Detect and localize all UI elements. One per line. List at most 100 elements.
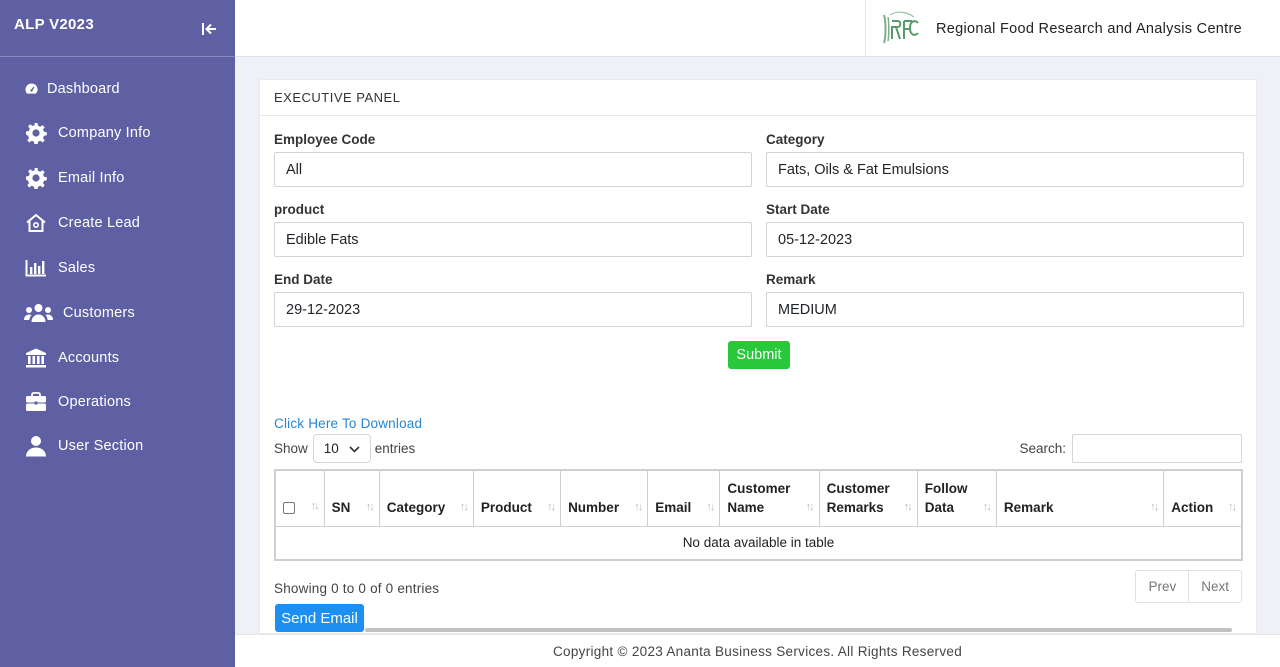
column-header[interactable]: Category ↑↓ — [378, 469, 474, 527]
footer: Copyright © 2023 Ananta Business Service… — [235, 634, 1280, 667]
sort-icon: ↑↓ — [1150, 501, 1159, 513]
product-input[interactable] — [274, 222, 752, 257]
bank-icon — [24, 346, 48, 370]
remark-field: Remark — [766, 271, 1244, 327]
sidebar-item-sales[interactable]: Sales — [0, 245, 235, 290]
sidebar: ALP V2023 Dashboard Company Info Email I… — [0, 0, 235, 667]
page-length-value: 10 — [323, 441, 339, 456]
sidebar-item-label: Company Info — [58, 125, 151, 141]
leads-table: ↑↓ SN ↑↓ Category ↑↓ Product ↑↓ Number ↑… — [274, 469, 1243, 561]
organization-block: Regional Food Research and Analysis Cent… — [865, 0, 1280, 57]
chevron-down-icon — [349, 441, 360, 456]
sidebar-item-create-lead[interactable]: Create Lead — [0, 200, 235, 245]
table-header-row: ↑↓ SN ↑↓ Category ↑↓ Product ↑↓ Number ↑… — [274, 469, 1243, 527]
collapse-sidebar-icon[interactable] — [201, 20, 219, 38]
send-email-button[interactable]: Send Email — [275, 604, 364, 632]
empty-table-message: No data available in table — [275, 525, 1242, 560]
page-length-select[interactable]: 10 — [312, 434, 371, 463]
executive-panel-card: EXECUTIVE PANEL Employee Code Category p… — [259, 79, 1257, 634]
column-header[interactable]: Remark ↑↓ — [995, 469, 1165, 527]
organization-name: Regional Food Research and Analysis Cent… — [936, 20, 1242, 37]
download-link[interactable]: Click Here To Download — [274, 416, 422, 431]
table-row: No data available in table — [275, 525, 1242, 560]
column-header[interactable]: Customer Remarks ↑↓ — [818, 469, 918, 527]
users-icon — [24, 301, 53, 325]
employee-code-label: Employee Code — [274, 132, 376, 147]
sort-icon: ↑↓ — [634, 501, 643, 513]
sidebar-item-label: Email Info — [58, 169, 125, 186]
sidebar-item-label: Create Lead — [58, 214, 141, 231]
category-label: Category — [766, 132, 825, 147]
sidebar-item-operations[interactable]: Operations — [0, 380, 235, 424]
employee-code-field: Employee Code — [274, 131, 752, 187]
home-icon — [24, 211, 48, 235]
sort-icon: ↑↓ — [1228, 501, 1237, 513]
briefcase-icon — [24, 390, 48, 414]
horizontal-scrollbar[interactable] — [365, 628, 1232, 632]
next-page-button[interactable]: Next — [1188, 571, 1241, 602]
sidebar-item-label: Operations — [58, 394, 131, 410]
sidebar-item-label: Accounts — [58, 349, 120, 366]
gear-icon — [24, 166, 48, 190]
sidebar-item-company-info[interactable]: Company Info — [0, 111, 235, 155]
table-search: Search: — [1019, 434, 1242, 463]
column-header[interactable]: Action ↑↓ — [1163, 469, 1243, 527]
page-length-control: Show 10 entries — [274, 434, 415, 463]
user-icon — [24, 434, 48, 458]
start-date-input[interactable] — [766, 222, 1244, 257]
category-field: Category — [766, 131, 1244, 187]
column-header[interactable]: Email ↑↓ — [647, 469, 721, 527]
table-info: Showing 0 to 0 of 0 entries — [274, 581, 440, 596]
sidebar-item-user-section[interactable]: User Section — [0, 424, 235, 468]
select-all-checkbox[interactable] — [283, 501, 295, 514]
remark-input[interactable] — [766, 292, 1244, 327]
pagination: Prev Next — [1135, 570, 1242, 603]
sidebar-item-customers[interactable]: Customers — [0, 290, 235, 335]
organization-logo-icon — [880, 11, 920, 47]
sort-icon: ↑↓ — [310, 500, 320, 512]
show-label: Show — [274, 441, 308, 456]
sidebar-item-label: Dashboard — [47, 81, 120, 97]
sidebar-nav: Dashboard Company Info Email Info Create… — [0, 57, 235, 468]
column-header[interactable]: Number ↑↓ — [560, 469, 649, 527]
panel-title: EXECUTIVE PANEL — [260, 80, 1256, 116]
sort-icon: ↑↓ — [805, 501, 815, 513]
sidebar-item-label: Sales — [58, 259, 96, 276]
bar-chart-icon — [24, 256, 48, 280]
top-bar: Regional Food Research and Analysis Cent… — [235, 0, 1280, 57]
copyright-text: Copyright © 2023 Ananta Business Service… — [553, 644, 962, 659]
remark-label: Remark — [766, 272, 816, 287]
submit-button[interactable]: Submit — [728, 341, 790, 369]
column-header[interactable]: Product ↑↓ — [472, 469, 562, 527]
sidebar-brand: ALP V2023 — [0, 0, 235, 57]
column-header[interactable]: Follow Data ↑↓ — [916, 469, 997, 527]
entries-label: entries — [374, 441, 416, 456]
start-date-field: Start Date — [766, 201, 1244, 257]
end-date-input[interactable] — [274, 292, 752, 327]
sort-icon: ↑↓ — [982, 501, 992, 513]
product-label: product — [274, 202, 325, 217]
gear-icon — [24, 121, 48, 145]
sidebar-item-label: Customers — [63, 304, 135, 321]
end-date-label: End Date — [274, 272, 333, 287]
column-header[interactable]: SN ↑↓ — [323, 469, 380, 527]
sort-icon: ↑↓ — [547, 501, 556, 513]
search-label: Search: — [1019, 441, 1066, 456]
sidebar-item-accounts[interactable]: Accounts — [0, 335, 235, 380]
search-input[interactable] — [1072, 434, 1242, 463]
product-field: product — [274, 201, 752, 257]
sort-icon: ↑↓ — [365, 501, 375, 513]
sort-icon: ↑↓ — [903, 501, 913, 513]
start-date-label: Start Date — [766, 202, 830, 217]
sidebar-item-email-info[interactable]: Email Info — [0, 155, 235, 200]
sidebar-item-dashboard[interactable]: Dashboard — [0, 67, 235, 111]
dashboard-icon — [24, 77, 38, 101]
employee-code-input[interactable] — [274, 152, 752, 187]
select-all-column: ↑↓ — [274, 469, 325, 527]
sort-icon: ↑↓ — [459, 501, 469, 513]
column-header[interactable]: Customer Name ↑↓ — [719, 469, 820, 527]
end-date-field: End Date — [274, 271, 752, 327]
sidebar-item-label: User Section — [58, 438, 144, 454]
category-input[interactable] — [766, 152, 1244, 187]
prev-page-button[interactable]: Prev — [1136, 571, 1188, 602]
